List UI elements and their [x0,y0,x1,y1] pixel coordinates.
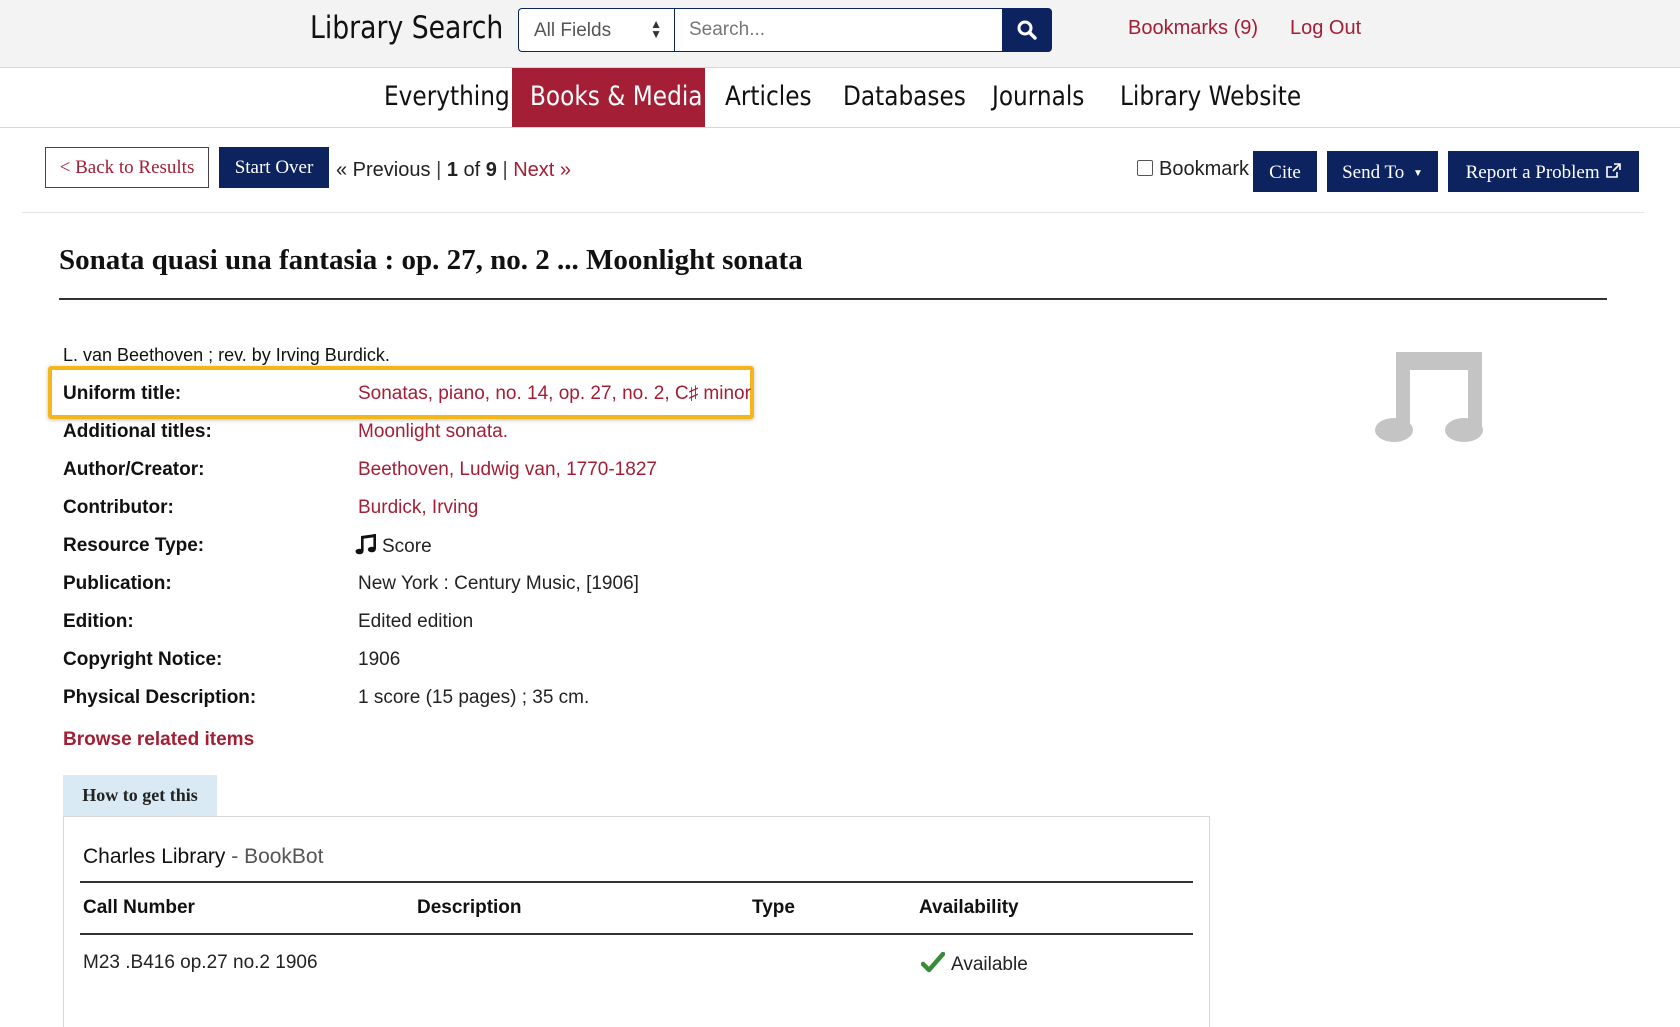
total-count: 9 [485,159,497,181]
field-value-additional-titles[interactable]: Moonlight sonata. [358,421,508,443]
site-brand[interactable]: Library Search [310,10,503,46]
title-divider [59,298,1607,300]
how-to-get-this-tab[interactable]: How to get this [63,775,217,816]
music-note-icon [355,534,376,555]
bookmark-label: Bookmark [1159,158,1250,180]
tab-databases[interactable]: Databases [843,68,966,127]
holding-location: Charles Library - BookBot [83,845,323,869]
location-name: Charles Library [83,845,226,868]
of-word: of [463,159,481,181]
tab-articles[interactable]: Articles [725,68,812,127]
toolbar-divider [22,212,1644,213]
field-label-additional-titles: Additional titles: [63,421,212,442]
logout-link[interactable]: Log Out [1290,17,1361,40]
cite-button[interactable]: Cite [1253,151,1317,192]
column-header-call-number: Call Number [83,897,195,918]
search-field-value: All Fields [534,20,612,41]
pager-separator: | [436,159,442,181]
back-to-results-button[interactable]: < Back to Results [45,147,209,188]
next-link[interactable]: Next » [513,159,571,181]
availability-cell: Available [920,951,1028,976]
field-value-resource-type: Score [354,532,432,558]
availability-status: Available [951,954,1028,975]
search-button[interactable] [1003,8,1052,52]
field-label-uniform-title: Uniform title: [63,383,182,404]
search-input[interactable] [674,8,1003,52]
sublocation-name: BookBot [244,845,324,868]
holdings-panel: Charles Library - BookBot Call Number De… [63,816,1210,1027]
field-label-edition: Edition: [63,611,134,632]
top-bar: Library Search All Fields ▲▼ Bookmarks (… [0,0,1680,68]
music-note-icon [1375,352,1483,442]
column-header-description: Description [417,897,522,918]
field-value-copyright: 1906 [358,649,401,670]
header-divider [80,933,1193,935]
field-value-physical-description: 1 score (15 pages) ; 35 cm. [358,687,590,708]
start-over-button[interactable]: Start Over [219,147,329,188]
field-label-author: Author/Creator: [63,459,205,480]
checkmark-icon [920,951,946,973]
search-field-select[interactable]: All Fields ▲ ▼ [518,8,674,52]
bookmarks-link[interactable]: Bookmarks (9) [1128,17,1258,40]
current-index: 1 [446,159,458,181]
report-problem-label: Report a Problem [1465,162,1600,183]
location-separator: - [225,845,245,868]
statement-of-responsibility: L. van Beethoven ; rev. by Irving Burdic… [63,345,390,365]
tab-journals[interactable]: Journals [992,68,1084,127]
tab-everything[interactable]: Everything [384,68,510,127]
send-to-label: Send To [1342,162,1405,183]
column-header-type: Type [752,897,795,918]
field-value-publication: New York : Century Music, [1906] [358,573,639,594]
bookmark-checkbox[interactable] [1137,160,1153,176]
field-label-contributor: Contributor: [63,497,174,518]
location-divider [80,881,1193,883]
field-label-physical-description: Physical Description: [63,687,257,708]
external-link-icon [1606,163,1622,178]
field-value-uniform-title[interactable]: Sonatas, piano, no. 14, op. 27, no. 2, C… [358,383,751,405]
bookmark-toggle[interactable]: Bookmark [1137,158,1249,181]
main-nav: Everything Books & Media Articles Databa… [0,68,1680,128]
field-value-contributor[interactable]: Burdick, Irving [358,497,478,519]
browse-related-link[interactable]: Browse related items [63,729,254,751]
previous-link[interactable]: « Previous [336,159,431,181]
search-icon [1017,20,1037,40]
caret-down-icon: ▼ [1413,168,1423,179]
record-title: Sonata quasi una fantasia : op. 27, no. … [59,244,803,276]
call-number-cell: M23 .B416 op.27 no.2 1906 [83,952,318,973]
column-header-availability: Availability [919,897,1019,918]
field-value-author[interactable]: Beethoven, Ludwig van, 1770-1827 [358,459,657,481]
field-label-publication: Publication: [63,573,172,594]
send-to-button[interactable]: Send To ▼ [1327,151,1438,192]
pager-separator: | [502,159,508,181]
tab-books-media[interactable]: Books & Media [530,68,702,127]
select-arrows-icon: ▲ ▼ [650,17,662,41]
tab-library-website[interactable]: Library Website [1120,68,1301,127]
report-problem-button[interactable]: Report a Problem [1448,151,1639,192]
field-value-edition: Edited edition [358,611,474,632]
resource-type-text: Score [382,536,432,557]
result-pager: « Previous | 1 of 9 | Next » [336,159,571,182]
field-label-resource-type: Resource Type: [63,535,205,556]
field-label-copyright: Copyright Notice: [63,649,223,670]
